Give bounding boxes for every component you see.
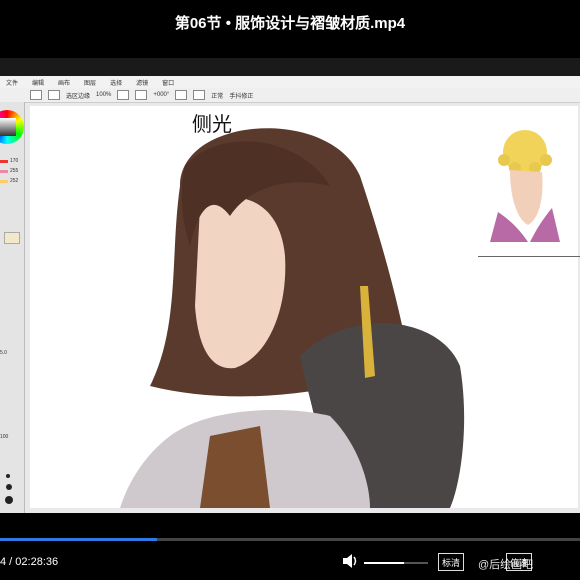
slider-h[interactable]: 170: [0, 158, 24, 164]
canvas-label: 侧光: [192, 112, 232, 136]
slider-v[interactable]: 252: [0, 178, 24, 184]
stabilizer-field[interactable]: 手抖修正: [229, 91, 253, 100]
menu-filter[interactable]: 滤镜: [136, 78, 148, 87]
brush-size-field[interactable]: 5.0: [0, 350, 24, 356]
density-field[interactable]: 100: [0, 434, 24, 440]
inner-garment: [200, 426, 270, 508]
menu-bar: 文件 编辑 画布 图层 选择 滤镜 窗口: [0, 76, 580, 88]
progress-fill: [0, 538, 157, 541]
zoom-in-icon[interactable]: [135, 90, 148, 100]
definition-button[interactable]: 标清: [438, 553, 464, 571]
brush-preset-large[interactable]: [5, 496, 13, 504]
canvas-divider: [478, 256, 580, 257]
menu-layer[interactable]: 图层: [84, 78, 96, 87]
selection-edge-toggle[interactable]: 选区边缘: [66, 91, 90, 100]
video-title: 第06节 • 服饰设计与褶皱材质.mp4: [174, 14, 406, 32]
menu-edit[interactable]: 编辑: [32, 78, 44, 87]
paint-app-window: 文件 编辑 画布 图层 选择 滤镜 窗口 选区边缘 100% +000° 正常 …: [0, 76, 580, 513]
volume-icon[interactable]: [341, 553, 359, 569]
left-tool-panel: 170 255 252 5.0 100: [0, 102, 25, 513]
zoom-out-icon[interactable]: [117, 90, 130, 100]
menu-canvas[interactable]: 画布: [58, 78, 70, 87]
menu-file[interactable]: 文件: [6, 78, 18, 87]
video-title-bar: 第06节 • 服饰设计与褶皱材质.mp4: [0, 0, 580, 44]
reference-image: [490, 130, 560, 242]
open-file-icon[interactable]: [48, 90, 60, 100]
toolbar: 选区边缘 100% +000° 正常 手抖修正: [0, 88, 580, 103]
watermark: @后绘画吧: [478, 559, 534, 571]
zoom-field[interactable]: 100%: [96, 92, 111, 98]
color-swatch[interactable]: [4, 232, 20, 244]
volume-fill: [364, 562, 404, 564]
blend-mode-label[interactable]: 正常: [211, 91, 223, 100]
brush-preset-medium[interactable]: [6, 484, 12, 490]
brush-preset-small[interactable]: [6, 474, 10, 478]
slider-s[interactable]: 255: [0, 168, 24, 174]
rotate-right-icon[interactable]: [193, 90, 206, 100]
rotate-field[interactable]: +000°: [153, 92, 169, 98]
color-square[interactable]: [0, 118, 16, 136]
video-frame: 文件 编辑 画布 图层 选择 滤镜 窗口 选区边缘 100% +000° 正常 …: [0, 58, 580, 513]
rotate-left-icon[interactable]: [175, 90, 188, 100]
menu-select[interactable]: 选择: [110, 78, 122, 87]
new-file-icon[interactable]: [30, 90, 42, 100]
drawing-canvas[interactable]: [30, 106, 578, 508]
menu-window[interactable]: 窗口: [162, 78, 174, 87]
time-display: 4 / 02:28:36: [0, 556, 59, 568]
